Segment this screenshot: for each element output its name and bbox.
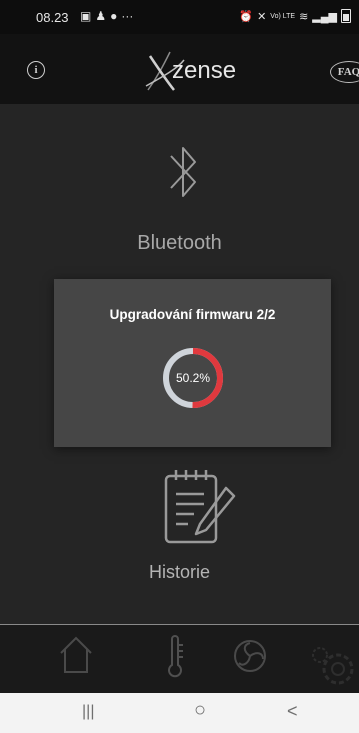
app-header: i zense FAQ <box>0 34 359 104</box>
home-icon[interactable] <box>58 635 94 675</box>
history-label[interactable]: Historie <box>0 562 359 583</box>
system-nav-bar: ||| ○ < <box>0 693 359 733</box>
status-time: 08.23 <box>36 10 69 25</box>
volte-icon: Vo) LTE <box>270 12 296 20</box>
faq-button[interactable]: FAQ <box>330 61 359 83</box>
person-icon: ♟ <box>95 9 107 23</box>
facebook-icon: ● <box>110 9 118 23</box>
notification-icons: ▣ ♟ ● ··· <box>80 9 133 23</box>
thermometer-icon[interactable] <box>164 635 186 681</box>
battery-icon <box>341 9 351 23</box>
info-button[interactable]: i <box>27 61 45 79</box>
signal-icon: ▂▄▆ <box>312 10 337 23</box>
progress-percent: 50.2% <box>175 371 211 385</box>
bottom-nav <box>0 625 359 693</box>
fan-icon[interactable] <box>233 639 267 673</box>
info-icon: i <box>34 64 38 76</box>
bluetooth-label[interactable]: Bluetooth <box>0 232 359 255</box>
back-button[interactable]: < <box>287 701 298 722</box>
xzense-logo: zense <box>145 51 236 91</box>
home-button[interactable]: ○ <box>194 699 206 722</box>
mute-icon: ✕ <box>257 10 267 23</box>
logo-text: zense <box>172 57 236 84</box>
alarm-icon: ⏰ <box>239 10 254 23</box>
image-icon: ▣ <box>80 9 92 23</box>
bluetooth-icon[interactable] <box>166 138 200 206</box>
wifi-icon: ≋ <box>299 10 309 23</box>
more-notifications: ··· <box>121 9 134 23</box>
notepad-icon[interactable] <box>160 466 240 548</box>
dialog-title: Upgradování firmwaru 2/2 <box>109 307 276 322</box>
settings-icon[interactable] <box>310 643 359 687</box>
system-status-icons: ⏰ ✕ Vo) LTE ≋ ▂▄▆ <box>239 9 351 23</box>
firmware-upgrade-dialog: Upgradování firmwaru 2/2 50.2% <box>54 279 331 447</box>
recents-button[interactable]: ||| <box>82 703 94 721</box>
status-bar: 08.23 ▣ ♟ ● ··· ⏰ ✕ Vo) LTE ≋ ▂▄▆ <box>0 0 359 34</box>
